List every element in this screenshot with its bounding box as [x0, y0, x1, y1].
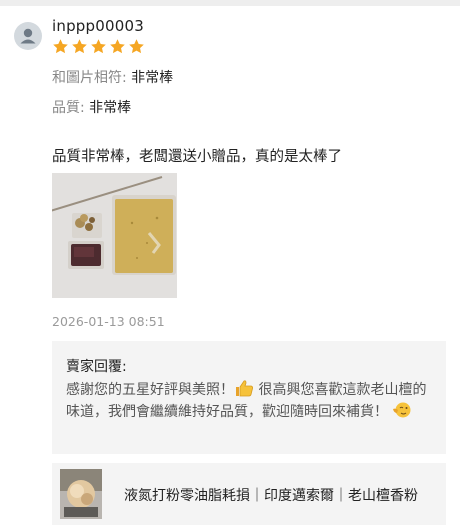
product-thumbnail	[60, 469, 102, 519]
star-rating	[52, 38, 145, 56]
product-title[interactable]: 液氮打粉零油脂耗損｜印度邁索爾｜老山檀香粉	[124, 485, 434, 505]
attribute-value: 非常棒	[131, 70, 174, 86]
review-photo[interactable]	[52, 173, 177, 298]
attribute-quality: 品質: 非常棒	[52, 97, 131, 117]
username[interactable]: inppp00003	[52, 17, 144, 35]
seller-reply-part1: 感謝您的五星好評與美照！	[66, 382, 234, 398]
user-avatar-icon[interactable]	[14, 22, 42, 50]
attribute-value: 非常棒	[89, 100, 132, 116]
wink-icon	[392, 401, 412, 419]
star-icon	[128, 38, 145, 56]
attribute-label: 品質:	[52, 100, 90, 116]
top-divider	[0, 0, 460, 6]
seller-reply-text: 感謝您的五星好評與美照！ 很高興您喜歡這款老山檀的味道，我們會繼續維持好品質，歡…	[66, 379, 438, 422]
attribute-label: 和圖片相符:	[52, 70, 132, 86]
star-icon	[109, 38, 126, 56]
seller-reply: 賣家回覆: 感謝您的五星好評與美照！ 很高興您喜歡這款老山檀的味道，我們會繼續維…	[52, 341, 446, 454]
thumbs-up-icon	[234, 379, 254, 397]
attribute-match: 和圖片相符: 非常棒	[52, 67, 173, 87]
review-date: 2026-01-13 08:51	[52, 314, 165, 329]
product-link[interactable]: 液氮打粉零油脂耗損｜印度邁索爾｜老山檀香粉	[52, 463, 446, 525]
star-icon	[90, 38, 107, 56]
seller-reply-title: 賣家回覆:	[66, 359, 127, 375]
star-icon	[71, 38, 88, 56]
review-text: 品質非常棒，老闆還送小贈品，真的是太棒了	[52, 149, 342, 165]
star-icon	[52, 38, 69, 56]
